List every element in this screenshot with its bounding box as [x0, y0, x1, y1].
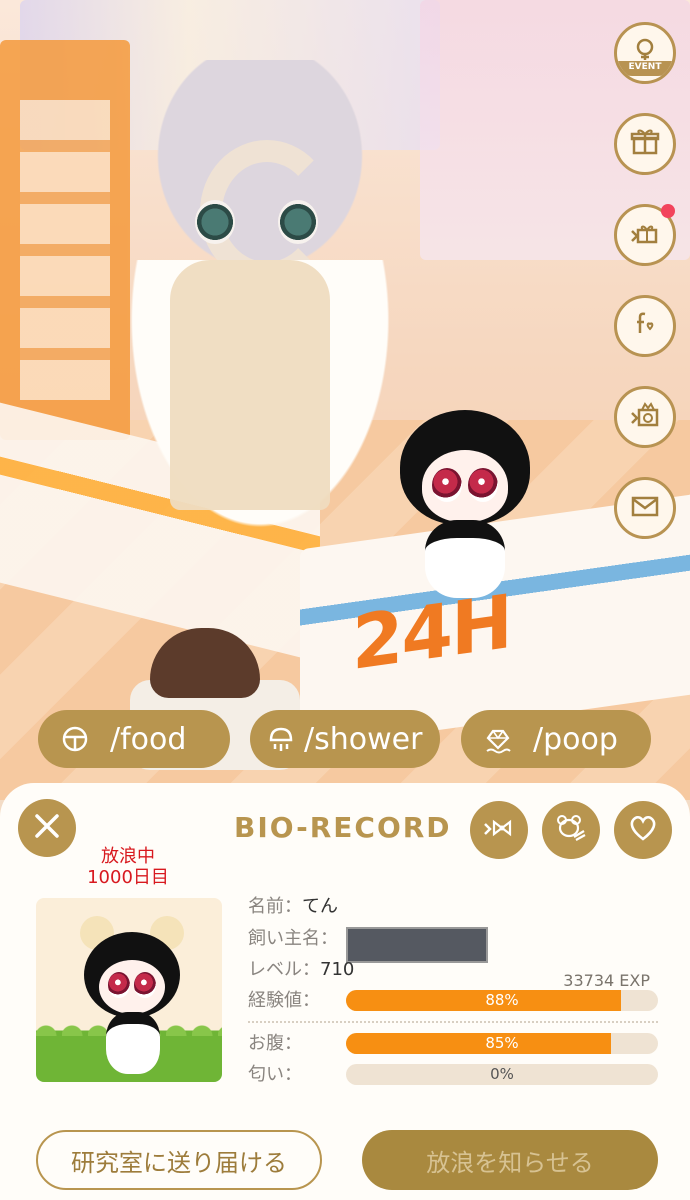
pet-bow-icon [482, 811, 516, 849]
pet-character[interactable] [400, 410, 530, 598]
pet-portrait-eye-right [134, 972, 156, 998]
hunger-percent: 85% [485, 1034, 519, 1052]
exp-label: 経験値： [248, 990, 320, 1011]
level-row: レベル：710 [248, 956, 354, 984]
poop-command-button[interactable]: /poop [461, 710, 651, 768]
pet-portrait-figure [80, 916, 184, 1074]
poop-command-label: /poop [533, 721, 618, 757]
name-value: てん [302, 896, 338, 917]
pet-body [425, 520, 505, 598]
mail-icon [628, 489, 662, 527]
character-scarf [170, 260, 330, 510]
gift-button[interactable] [614, 113, 676, 175]
pet-eye-right [468, 468, 498, 502]
gacha-icon [628, 398, 662, 436]
level-label: レベル： [248, 959, 320, 980]
heart-icon [626, 811, 660, 849]
close-icon [33, 812, 61, 844]
share-pet-button[interactable] [470, 801, 528, 859]
character-eye-left [195, 200, 235, 244]
notify-wander-button[interactable]: 放浪を知らせる [362, 1130, 658, 1190]
pet-portrait [36, 898, 222, 1082]
exp-row: 経験値： [248, 987, 320, 1015]
bio-record-panel: BIO-RECORD 放浪中 1000日目 名前：てん 飼い主名： レベル：71… [0, 783, 690, 1200]
notification-badge [661, 204, 675, 218]
exp-bar: 88% [346, 990, 658, 1011]
close-button[interactable] [18, 799, 76, 857]
stats-divider [248, 1021, 658, 1023]
shower-icon [266, 724, 296, 754]
food-icon [60, 724, 90, 754]
send-to-lab-button[interactable]: 研究室に送り届ける [36, 1130, 322, 1190]
exp-percent: 88% [485, 991, 519, 1009]
side-menu: EVENT [614, 22, 680, 568]
gacha-button[interactable] [614, 386, 676, 448]
smell-row: 匂い： [248, 1061, 302, 1089]
pet-care-button[interactable] [542, 801, 600, 859]
gift-box-icon [628, 125, 662, 163]
poop-icon [483, 724, 513, 754]
character-eye-right [278, 200, 318, 244]
shower-command-button[interactable]: /shower [250, 710, 440, 768]
command-bar: /food /shower /poop [38, 710, 658, 770]
wander-status: 放浪中 1000日目 [78, 846, 178, 888]
friends-icon [628, 307, 662, 345]
mail-button[interactable] [614, 477, 676, 539]
level-value: 710 [320, 959, 355, 980]
shower-command-label: /shower [304, 721, 423, 757]
pet-portrait-eye-left [108, 972, 130, 998]
food-command-label: /food [110, 721, 187, 757]
name-row: 名前：てん [248, 893, 338, 921]
name-label: 名前： [248, 896, 302, 917]
owner-row: 飼い主名： [248, 925, 548, 963]
pet-portrait-body [106, 1012, 160, 1074]
friends-button[interactable] [614, 295, 676, 357]
wander-status-label: 放浪中 [101, 846, 155, 867]
pet-hand-icon [554, 811, 588, 849]
event-button[interactable]: EVENT [614, 22, 676, 84]
game-scene[interactable]: 24H EVENT /food /shower /poop [0, 0, 690, 800]
food-command-button[interactable]: /food [38, 710, 230, 768]
pet-eye-left [432, 468, 462, 502]
smell-bar: 0% [346, 1064, 658, 1085]
bundle-gift-button[interactable] [614, 204, 676, 266]
owner-label: 飼い主名： [248, 928, 338, 949]
smell-label: 匂い： [248, 1064, 302, 1085]
wander-days: 1000日目 [87, 867, 169, 888]
event-label: EVENT [617, 61, 673, 76]
smell-percent: 0% [490, 1065, 514, 1083]
bundle-gift-icon [628, 216, 662, 254]
panel-title: BIO-RECORD [234, 811, 452, 844]
hunger-label: お腹： [248, 1033, 302, 1054]
hunger-bar: 85% [346, 1033, 658, 1054]
favorite-button[interactable] [614, 801, 672, 859]
hunger-row: お腹： [248, 1030, 302, 1058]
owner-character[interactable] [110, 40, 410, 560]
exp-total: 33734 EXP [563, 971, 650, 990]
owner-name-redacted [346, 927, 488, 963]
